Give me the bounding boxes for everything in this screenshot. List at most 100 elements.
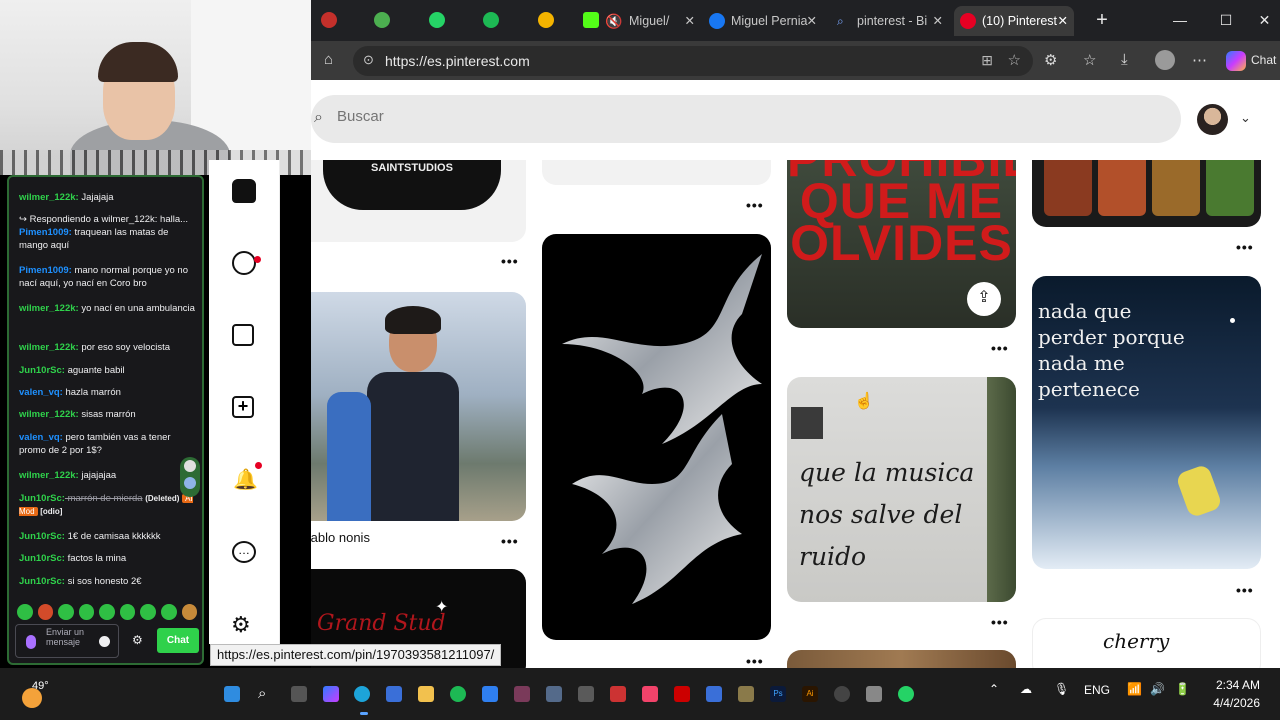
netflix-icon[interactable]	[674, 686, 690, 702]
tab-miguel[interactable]: 🔇 Miguel/ ✕	[601, 6, 701, 36]
more-menu-icon[interactable]: ⋯	[1192, 51, 1207, 69]
task-view-icon[interactable]	[291, 686, 307, 702]
emote-icon[interactable]	[17, 604, 33, 620]
settings-icon[interactable]	[866, 686, 882, 702]
app-icon[interactable]	[578, 686, 594, 702]
create-icon[interactable]: +	[232, 396, 254, 418]
spotify-icon[interactable]	[483, 12, 499, 28]
downloads-icon[interactable]: ⤓	[1121, 51, 1128, 68]
chat-send-button[interactable]: Chat	[157, 628, 199, 653]
language-indicator[interactable]: ENG	[1084, 683, 1110, 697]
photoshop-icon[interactable]: Ps	[770, 686, 786, 702]
illustrator-icon[interactable]: Ai	[802, 686, 818, 702]
site-info-icon[interactable]: ⊙	[363, 52, 374, 68]
favorites-icon[interactable]: ☆	[1083, 51, 1096, 69]
url-field[interactable]: ⊙ https://es.pinterest.com ⊞ ☆	[353, 46, 1033, 76]
spotify-icon[interactable]	[450, 686, 466, 702]
globe-icon[interactable]	[374, 12, 390, 28]
search-bar[interactable]: ⌕	[311, 95, 1181, 143]
emote-icon[interactable]	[58, 604, 74, 620]
file-explorer-icon[interactable]	[418, 686, 434, 702]
settings-gear-icon[interactable]: ⚙	[231, 612, 251, 638]
app-icon[interactable]	[546, 686, 562, 702]
pin-more-options[interactable]: •••	[501, 253, 519, 269]
gear-icon[interactable]: ⚙	[132, 633, 143, 647]
volume-icon[interactable]: 🔊	[1150, 682, 1165, 696]
pin-more-options[interactable]: •••	[1236, 239, 1254, 255]
pin-prohibido-olvides[interactable]: PROHIBIDO QUE ME OLVIDES ⇪	[787, 160, 1016, 328]
maximize-button[interactable]: ☐	[1203, 6, 1249, 34]
pin-more-options[interactable]: •••	[501, 533, 519, 549]
explore-icon[interactable]	[232, 251, 256, 275]
speaker-muted-icon[interactable]: 🔇	[605, 6, 622, 36]
copilot-chat-label[interactable]: Chat	[1251, 53, 1276, 67]
onedrive-icon[interactable]: ☁	[1020, 682, 1032, 696]
messages-icon[interactable]: …	[232, 541, 256, 563]
split-screen-icon[interactable]: ⊞	[981, 52, 993, 69]
pin-top-col2[interactable]	[542, 160, 771, 185]
pin-more-options[interactable]: •••	[746, 653, 764, 668]
pin-title[interactable]: Pablo nonis	[311, 530, 370, 545]
copilot-icon[interactable]	[1226, 51, 1246, 71]
close-tab-icon[interactable]: ✕	[1058, 6, 1068, 36]
emote-icon[interactable]	[78, 604, 95, 620]
tab-pinterest-search[interactable]: ⌕ pinterest - Bi ✕	[829, 6, 949, 36]
extensions-icon[interactable]: ⚙	[1044, 51, 1057, 69]
kick-icon[interactable]	[583, 12, 599, 28]
close-window-button[interactable]: ✕	[1249, 6, 1280, 34]
pin-food-containers[interactable]	[1032, 160, 1261, 227]
whatsapp-icon[interactable]	[429, 12, 445, 28]
youtube-icon[interactable]	[321, 12, 337, 28]
tab-miguel-pernia[interactable]: Miguel Pernia ✕	[703, 6, 823, 36]
home-icon[interactable]	[232, 179, 256, 203]
chevron-up-icon[interactable]: ⌃	[989, 682, 999, 696]
notifications-bell-icon[interactable]: 🔔	[233, 467, 258, 492]
drive-icon[interactable]	[538, 12, 554, 28]
pin-snowboarder[interactable]: nada que perder porque nada me pertenece	[1032, 276, 1261, 569]
copilot-taskbar-icon[interactable]	[323, 686, 339, 702]
pin-more-options[interactable]: •••	[1236, 582, 1254, 598]
favorite-star-icon[interactable]: ☆	[1008, 51, 1021, 69]
emote-icon[interactable]	[160, 604, 177, 620]
wifi-icon[interactable]: 📶	[1127, 682, 1142, 696]
pin-graffiti-wall[interactable]: que la musica nos salve del ruido	[787, 377, 1016, 602]
search-icon[interactable]: ⌕	[258, 686, 274, 702]
whatsapp-icon[interactable]	[898, 686, 914, 702]
pin-wood[interactable]	[787, 650, 1016, 668]
emote-icon[interactable]	[140, 604, 156, 620]
avatar[interactable]	[1197, 104, 1228, 135]
shield-icon[interactable]	[482, 686, 498, 702]
emote-icon[interactable]	[37, 604, 54, 620]
app-icon[interactable]	[610, 686, 626, 702]
emote-icon[interactable]	[99, 604, 115, 620]
edge-icon[interactable]	[354, 686, 370, 702]
start-icon[interactable]	[224, 686, 240, 702]
pin-pablo-nonis[interactable]	[311, 292, 526, 521]
pin-cherry[interactable]: cherry	[1032, 618, 1261, 668]
new-tab-button[interactable]: +	[1079, 6, 1125, 34]
pin-more-options[interactable]: •••	[746, 197, 764, 213]
store-icon[interactable]	[386, 686, 402, 702]
close-tab-icon[interactable]: ✕	[685, 6, 695, 36]
pin-chrome-flames[interactable]	[542, 234, 771, 640]
emote-icon[interactable]	[181, 604, 198, 620]
mic-icon[interactable]	[26, 635, 36, 649]
chat-side-controls[interactable]	[180, 457, 200, 497]
share-icon[interactable]: ⇪	[967, 282, 1001, 316]
emote-icon[interactable]	[119, 604, 136, 620]
clock-time[interactable]: 2:34 AM	[1212, 678, 1260, 692]
app-icon[interactable]	[514, 686, 530, 702]
music-icon[interactable]	[642, 686, 658, 702]
obs-icon[interactable]	[834, 686, 850, 702]
close-tab-icon[interactable]: ✕	[933, 6, 943, 36]
profile-icon[interactable]	[1155, 50, 1175, 70]
close-icon[interactable]	[184, 460, 196, 472]
clock-date[interactable]: 4/4/2026	[1208, 696, 1260, 710]
chevron-down-icon[interactable]: ⌄	[1240, 110, 1251, 126]
pin-sweater[interactable]: SAINTSTUDIOS	[311, 160, 526, 242]
weather-temperature[interactable]: 49°	[32, 680, 49, 692]
emoji-icon[interactable]	[99, 636, 110, 647]
tab-pinterest-active[interactable]: (10) Pinterest ✕	[954, 6, 1074, 36]
calculator-icon[interactable]	[706, 686, 722, 702]
app-icon[interactable]	[738, 686, 754, 702]
